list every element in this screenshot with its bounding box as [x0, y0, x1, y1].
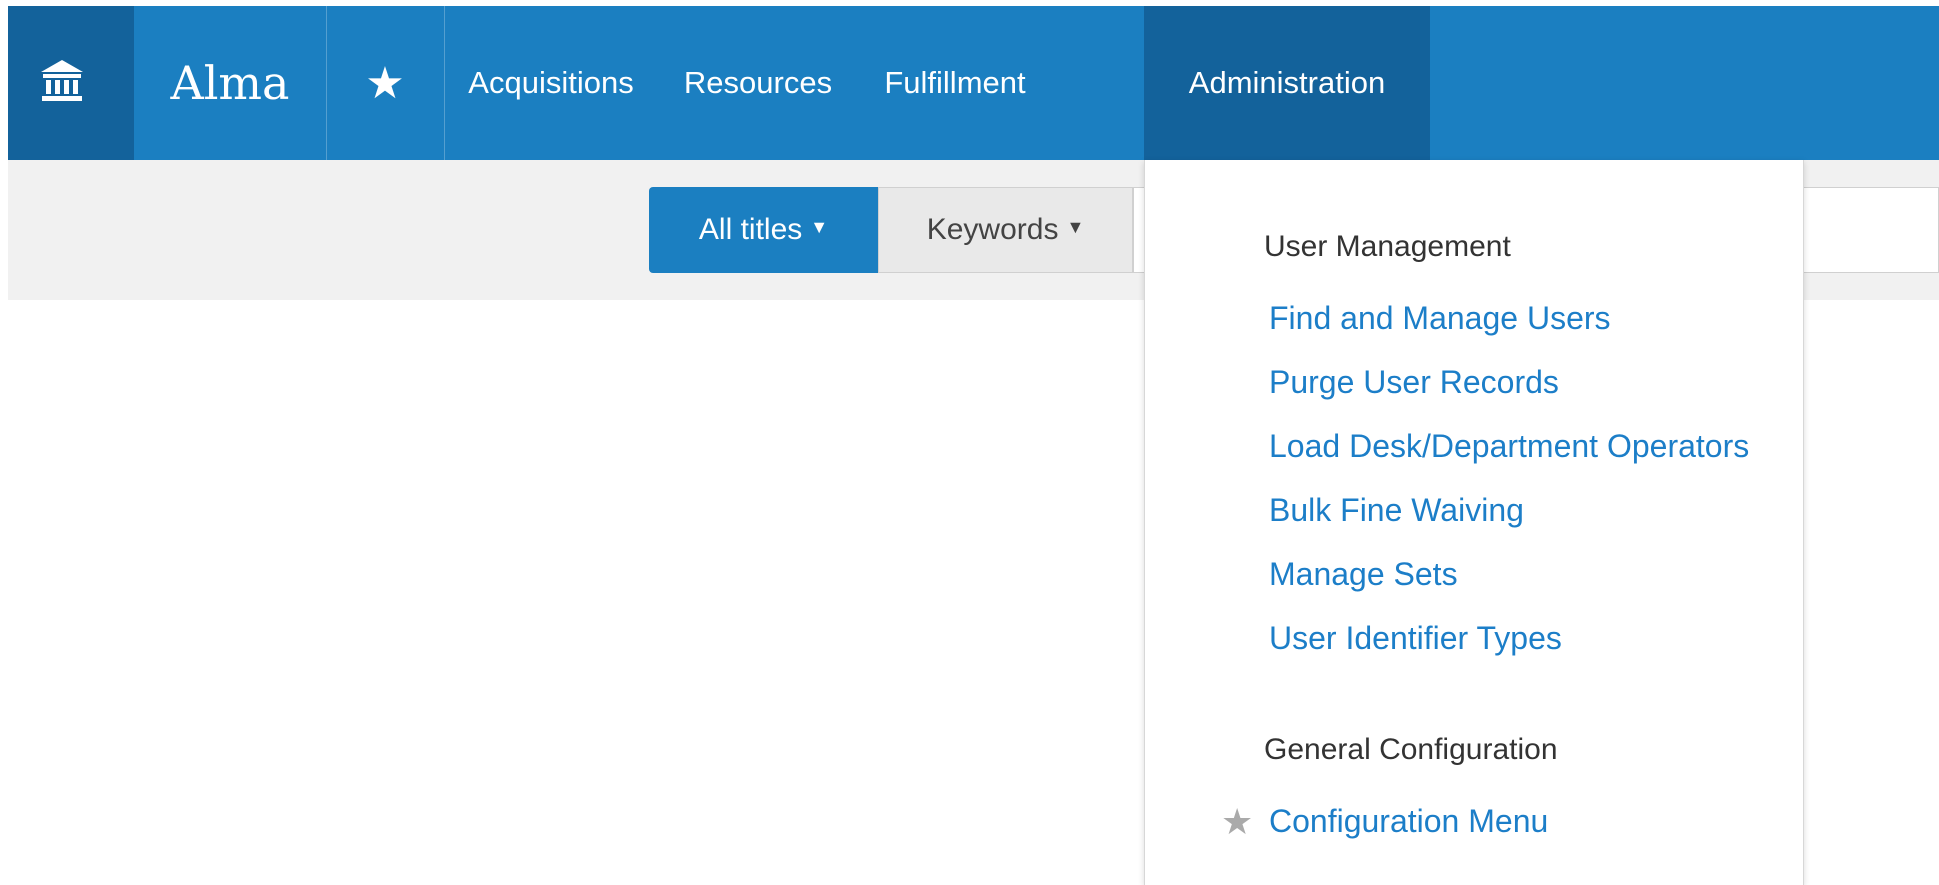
- nav-administration[interactable]: Administration: [1144, 6, 1430, 160]
- home-button[interactable]: [8, 6, 134, 160]
- menu-purge-user-records[interactable]: Purge User Records: [1269, 364, 1559, 401]
- caret-down-icon: ▼: [1066, 216, 1085, 237]
- menu-manage-sets[interactable]: Manage Sets: [1269, 556, 1458, 593]
- nav-acquisitions[interactable]: Acquisitions: [444, 6, 658, 160]
- star-outline-icon[interactable]: ★: [1221, 801, 1253, 843]
- administration-menu: User Management Find and Manage Users Pu…: [1144, 160, 1804, 885]
- favorites-button[interactable]: ★: [326, 6, 445, 160]
- app-logo[interactable]: Alma: [134, 6, 327, 160]
- search-field-dropdown[interactable]: Keywords ▼: [878, 187, 1133, 273]
- menu-find-manage-users[interactable]: Find and Manage Users: [1269, 300, 1611, 337]
- menu-load-desk-operators[interactable]: Load Desk/Department Operators: [1269, 428, 1749, 465]
- search-field-label: Keywords: [926, 213, 1059, 246]
- section-user-management: User Management: [1264, 230, 1511, 263]
- menu-user-identifier-types[interactable]: User Identifier Types: [1269, 620, 1562, 657]
- star-icon: ★: [365, 58, 405, 108]
- nav-resources[interactable]: Resources: [658, 6, 858, 160]
- institution-icon: [41, 60, 83, 101]
- menu-bulk-fine-waiving[interactable]: Bulk Fine Waiving: [1269, 492, 1524, 529]
- caret-down-icon: ▼: [810, 216, 829, 237]
- search-scope-dropdown[interactable]: All titles ▼: [649, 187, 878, 273]
- nav-fulfillment[interactable]: Fulfillment: [858, 6, 1052, 160]
- search-scope-label: All titles: [698, 213, 803, 246]
- menu-configuration-menu[interactable]: Configuration Menu: [1269, 803, 1548, 840]
- section-general-configuration: General Configuration: [1264, 733, 1558, 766]
- top-navigation-bar: Alma ★ Acquisitions Resources Fulfillmen…: [8, 6, 1939, 160]
